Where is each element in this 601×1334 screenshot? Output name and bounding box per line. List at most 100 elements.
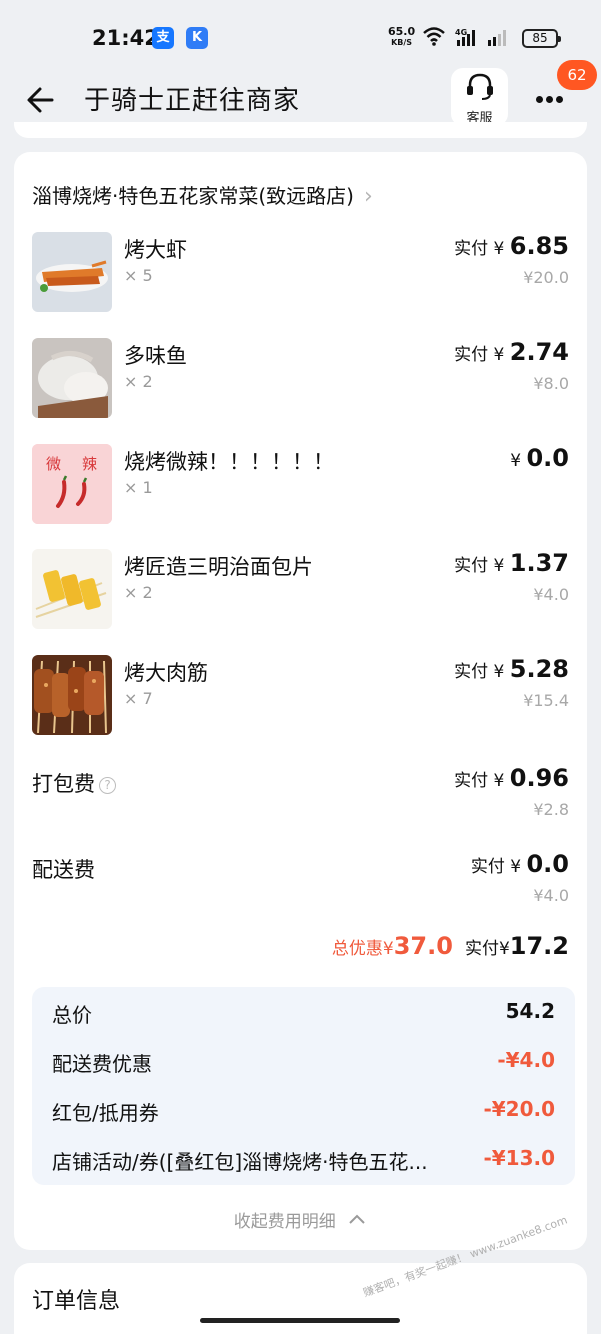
order-item[interactable]: 微 辣 烧烤微辣！！！！！！ × 1 ¥ 0.0 — [14, 444, 587, 528]
item-paid-price: 实付 ¥ 6.85 — [454, 232, 569, 260]
notification-badge: 62 — [557, 60, 597, 90]
wifi-icon — [423, 27, 445, 46]
breakdown-value: -¥13.0 — [483, 1146, 555, 1170]
order-detail-card: 淄博烧烤·特色五花家常菜(致远路店) › 烤大虾 × 5 实付 ¥ 6.85 ¥2… — [14, 152, 587, 1250]
chevron-up-icon — [349, 1214, 365, 1224]
breakdown-row: 总价 54.2 — [52, 999, 555, 1029]
item-name: 烤匠造三明治面包片 — [124, 555, 313, 579]
skewers-thumbnail — [32, 655, 112, 735]
net-speed-unit: KB/S — [391, 38, 413, 47]
fee-breakdown-panel: 总价 54.2 配送费优惠 -¥4.0 红包/抵用券 -¥20.0 店铺活动/券… — [32, 987, 575, 1185]
total-paid-value: 17.2 — [509, 932, 569, 960]
packaging-fee-label: 打包费 — [32, 772, 95, 796]
order-info-title: 订单信息 — [32, 1289, 121, 1314]
paid-label: 实付 ¥ — [454, 345, 510, 365]
item-original-price: ¥20.0 — [523, 268, 569, 287]
dot-icon — [556, 96, 563, 103]
total-discount-label: 总优惠¥ — [331, 939, 394, 959]
more-options-button[interactable] — [536, 88, 572, 104]
chili-label-1: 微 — [46, 455, 61, 473]
home-indicator[interactable] — [200, 1318, 400, 1323]
paid-label: 实付 ¥ — [470, 857, 527, 877]
k-app-icon: K — [186, 27, 208, 49]
shrimp-thumbnail — [32, 232, 112, 312]
fish-thumbnail — [32, 338, 112, 418]
delivery-fee-row: 配送费 实付 ¥ 0.0 ¥4.0 — [14, 850, 587, 910]
breakdown-label: 总价 — [52, 1003, 92, 1027]
breakdown-value: -¥20.0 — [483, 1097, 555, 1121]
paid-label: 实付 ¥ — [454, 662, 510, 682]
item-paid-price: 实付 ¥ 2.74 — [454, 338, 569, 366]
bread-thumbnail — [32, 549, 112, 629]
item-paid-price: ¥ 0.0 — [510, 444, 569, 472]
paid-value: 0.96 — [509, 764, 569, 792]
order-item[interactable]: 多味鱼 × 2 实付 ¥ 2.74 ¥8.0 — [14, 338, 587, 422]
collapse-label: 收起费用明细 — [233, 1212, 336, 1232]
collapse-fee-details-button[interactable]: 收起费用明细 — [14, 1207, 587, 1232]
dot-icon — [536, 96, 543, 103]
paid-value: 0.0 — [526, 444, 569, 472]
order-total-line: 总优惠¥37.0 实付¥17.2 — [332, 932, 569, 960]
net-speed: 65.0 KB/S — [388, 26, 415, 48]
paid-value: 0.0 — [526, 850, 569, 878]
paid-value: 5.28 — [509, 655, 569, 683]
breakdown-row: 配送费优惠 -¥4.0 — [52, 1048, 555, 1078]
order-item[interactable]: 烤匠造三明治面包片 × 2 实付 ¥ 1.37 ¥4.0 — [14, 549, 587, 633]
paid-label: ¥ — [510, 451, 527, 471]
paid-value: 1.37 — [509, 549, 569, 577]
store-link[interactable]: 淄博烧烤·特色五花家常菜(致远路店) › — [32, 180, 373, 209]
item-name: 多味鱼 — [124, 344, 187, 368]
chili-label-2: 辣 — [82, 455, 97, 473]
status-time: 21:42 — [92, 26, 159, 50]
item-paid-price: 实付 ¥ 5.28 — [454, 655, 569, 683]
page-title: 于骑士正赶往商家 — [84, 86, 301, 116]
order-item[interactable]: 烤大虾 × 5 实付 ¥ 6.85 ¥20.0 — [14, 232, 587, 316]
item-original-price: ¥4.0 — [533, 585, 569, 604]
store-name: 淄博烧烤·特色五花家常菜(致远路店) — [32, 184, 354, 208]
breakdown-label: 红包/抵用券 — [52, 1101, 159, 1125]
alipay-app-icon: 支 — [152, 27, 174, 49]
fee-paid-price: 实付 ¥ 0.0 — [471, 850, 569, 878]
breakdown-value: 54.2 — [505, 999, 555, 1023]
breakdown-row: 店铺活动/券([叠红包]淄博烧烤·特色五花... -¥13.0 — [52, 1146, 555, 1176]
item-quantity: × 2 — [124, 372, 153, 391]
paid-value: 6.85 — [509, 232, 569, 260]
item-original-price: ¥8.0 — [533, 374, 569, 393]
fee-paid-price: 实付 ¥ 0.96 — [454, 764, 569, 792]
paid-value: 2.74 — [509, 338, 569, 366]
dot-icon — [546, 96, 553, 103]
battery-icon: 85 — [522, 29, 561, 48]
cell-signal-2-icon — [488, 30, 506, 46]
fee-original-price: ¥2.8 — [533, 800, 569, 819]
status-bar: 21:42 支 K 65.0 KB/S 4G 85 — [0, 0, 601, 70]
breakdown-label: 配送费优惠 — [52, 1052, 152, 1076]
breakdown-value: -¥4.0 — [497, 1048, 555, 1072]
breakdown-label: 店铺活动/券([叠红包]淄博烧烤·特色五花... — [52, 1150, 428, 1174]
total-discount-value: 37.0 — [393, 932, 453, 960]
order-item[interactable]: 烤大肉筋 × 7 实付 ¥ 5.28 ¥15.4 — [14, 655, 587, 739]
chevron-right-icon: › — [363, 184, 373, 209]
item-quantity: × 7 — [124, 689, 153, 708]
item-paid-price: 实付 ¥ 1.37 — [454, 549, 569, 577]
signal-tag: 4G — [455, 28, 467, 37]
item-name: 烤大虾 — [124, 238, 187, 262]
customer-service-button[interactable]: 客服 — [451, 68, 508, 126]
fee-original-price: ¥4.0 — [533, 886, 569, 905]
headset-icon — [466, 73, 493, 100]
packaging-fee-row: 打包费? 实付 ¥ 0.96 ¥2.8 — [14, 764, 587, 824]
item-original-price: ¥15.4 — [523, 691, 569, 710]
cell-signal-icon: 4G — [455, 28, 475, 46]
item-name: 烧烤微辣！！！！！！ — [124, 450, 334, 474]
item-quantity: × 2 — [124, 583, 153, 602]
chili-thumbnail: 微 辣 — [32, 444, 112, 524]
item-quantity: × 5 — [124, 266, 153, 285]
paid-label: 实付 ¥ — [454, 556, 510, 576]
delivery-fee-label: 配送费 — [32, 858, 95, 882]
order-info-card: 订单信息 — [14, 1263, 587, 1334]
total-paid-label: 实付¥ — [464, 939, 510, 959]
paid-label: 实付 ¥ — [454, 771, 510, 791]
help-icon[interactable]: ? — [99, 777, 116, 794]
item-quantity: × 1 — [124, 478, 153, 497]
back-arrow-icon[interactable] — [22, 80, 62, 120]
paid-label: 实付 ¥ — [454, 239, 510, 259]
